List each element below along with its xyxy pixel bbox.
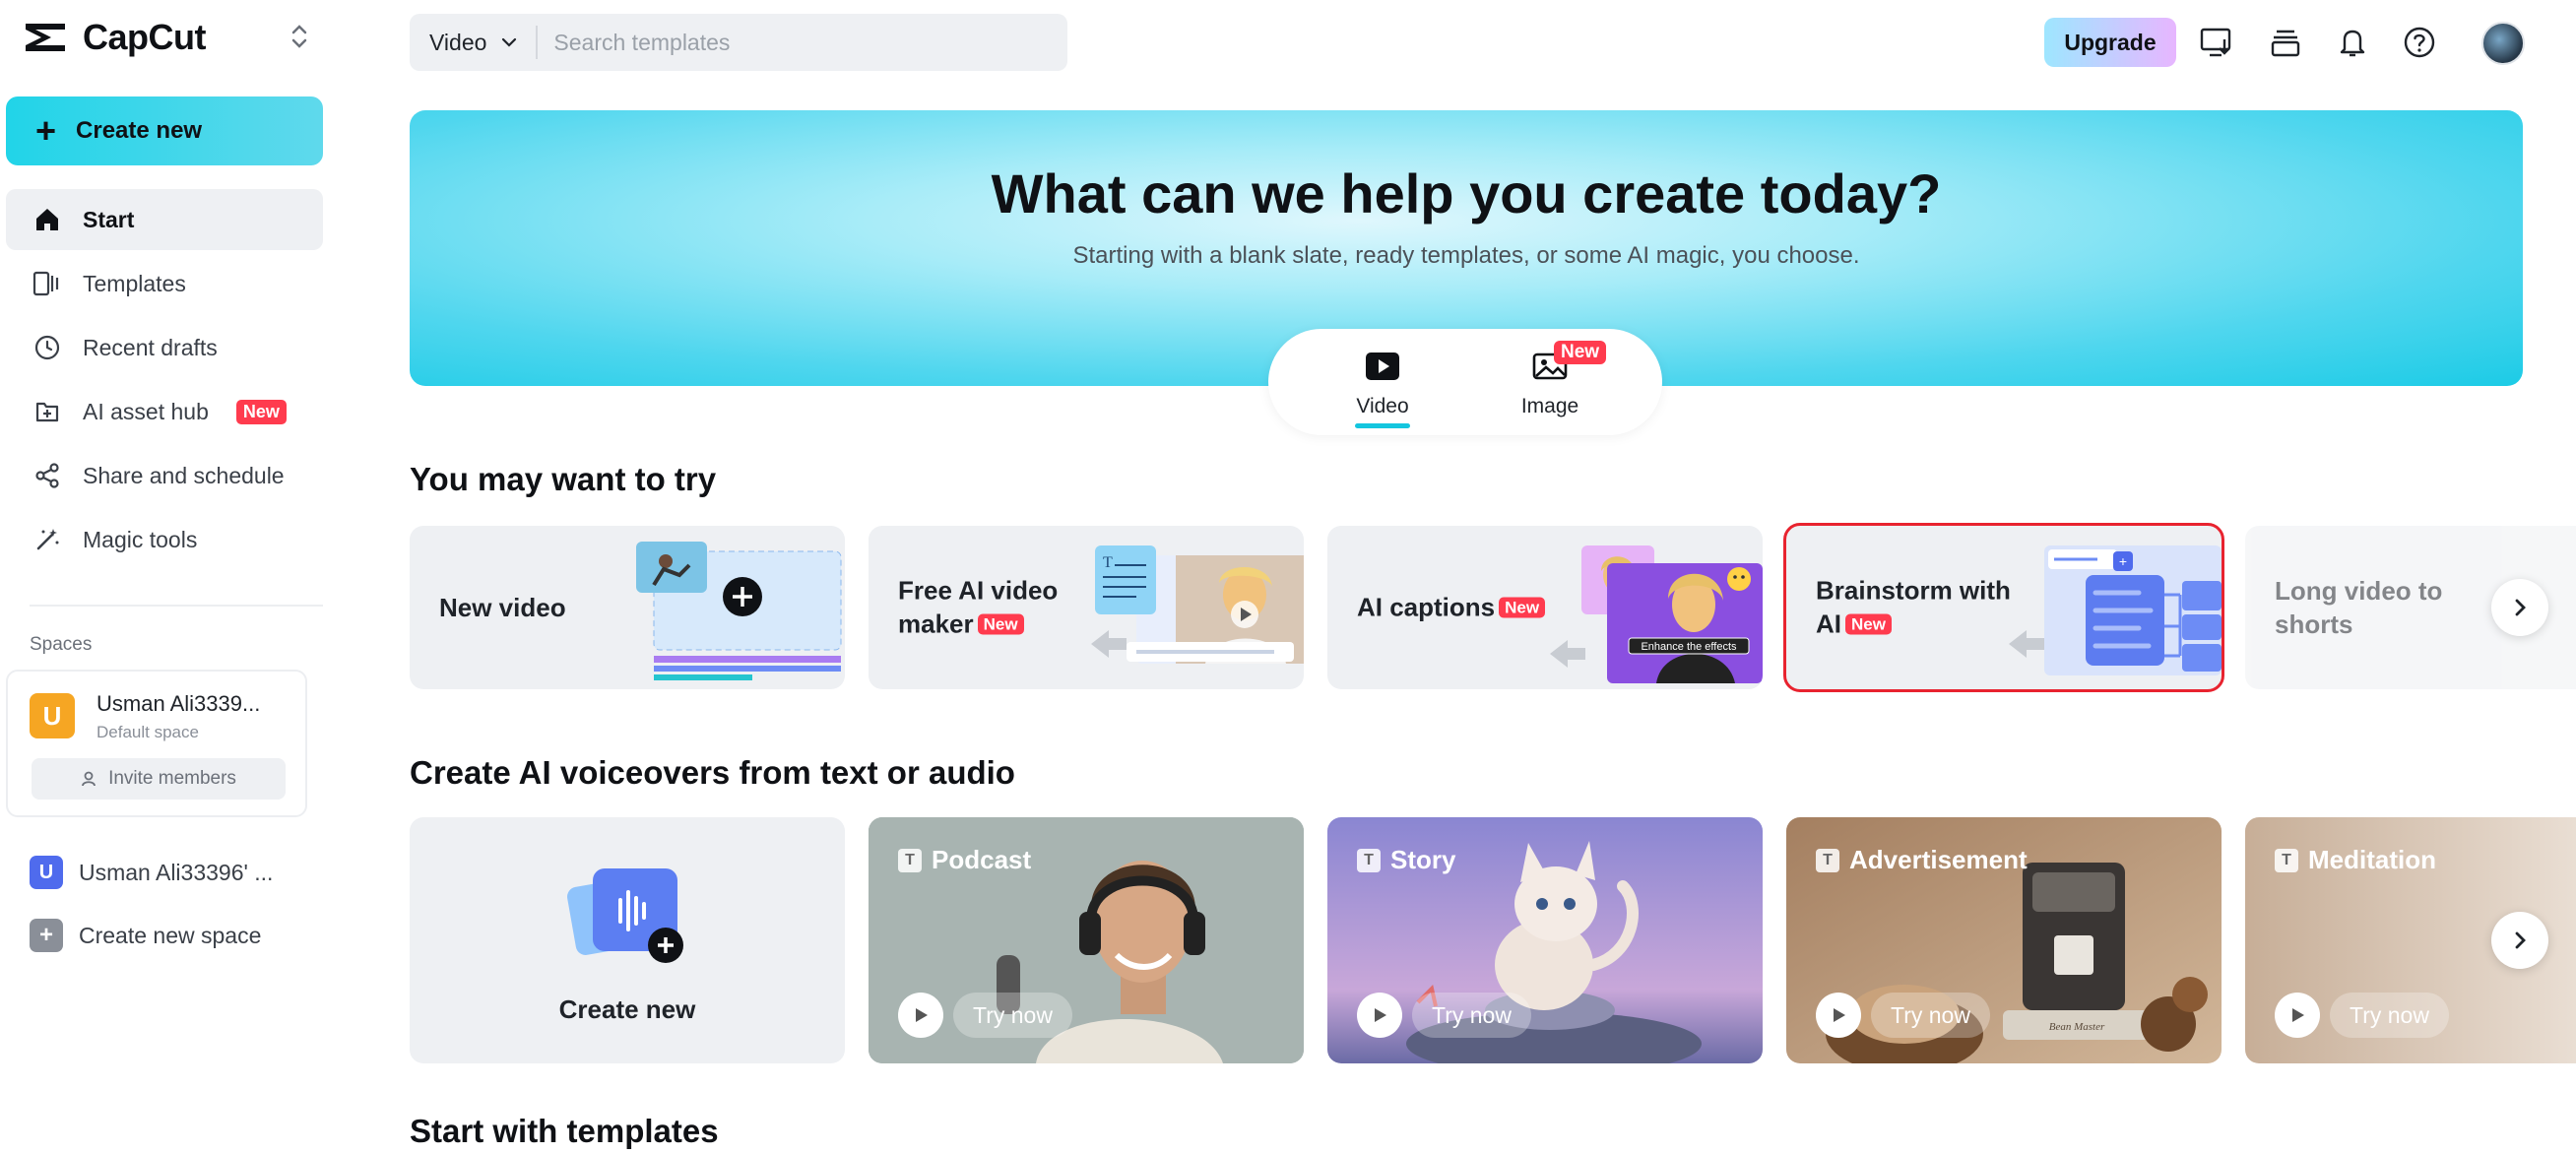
hero-title: What can we help you create today? — [991, 162, 1942, 224]
sidebar-item-magic-tools[interactable]: Magic tools — [6, 509, 323, 570]
ai-captions-illustration: Enhance the effects — [1550, 545, 1763, 683]
chevron-right-icon — [2515, 599, 2526, 616]
svg-text:T: T — [1103, 554, 1113, 571]
try-now-button[interactable]: Try now — [1871, 993, 1990, 1038]
create-type-switch: Video Image New — [1268, 329, 1662, 435]
active-tab-indicator — [1355, 423, 1410, 428]
new-video-illustration — [636, 542, 842, 680]
search-bar: Video — [410, 14, 1067, 71]
section-title-voiceovers: Create AI voiceovers from text or audio — [410, 754, 1015, 791]
add-person-icon — [82, 771, 96, 787]
capcut-logo[interactable]: CapCut — [22, 14, 207, 61]
new-badge: New — [235, 399, 287, 424]
new-badge: New — [1845, 613, 1892, 635]
brainstorm-illustration: + — [2009, 545, 2222, 675]
try-now-button[interactable]: Try now — [953, 993, 1072, 1038]
new-badge: New — [977, 613, 1024, 635]
section-title-templates: Start with templates — [410, 1113, 719, 1149]
help-icon[interactable] — [2401, 24, 2438, 61]
space-avatar: U — [30, 693, 75, 738]
monitor-download-icon[interactable] — [2198, 24, 2235, 61]
bell-icon[interactable] — [2334, 24, 2371, 61]
space-avatar: U — [30, 856, 63, 889]
try-now-button[interactable]: Try now — [1412, 993, 1531, 1038]
voiceover-card-advertisement[interactable]: Bean Master T Advertisement Try now — [1786, 817, 2222, 1063]
user-avatar[interactable] — [2481, 22, 2525, 65]
video-play-icon — [1366, 353, 1399, 380]
sidebar-item-start[interactable]: Start — [6, 189, 323, 250]
search-input[interactable] — [538, 29, 952, 56]
text-icon: T — [2275, 848, 2298, 872]
space-subtitle: Default space — [97, 723, 199, 741]
new-badge: New — [1499, 597, 1546, 618]
upgrade-button[interactable]: Upgrade — [2044, 18, 2176, 67]
voiceover-card-story[interactable]: T Story Try now — [1327, 817, 1763, 1063]
voiceover-card-podcast[interactable]: T Podcast Try now — [869, 817, 1304, 1063]
chevron-right-icon — [2515, 931, 2526, 949]
sidebar-item-share-and-schedule[interactable]: Share and schedule — [6, 445, 323, 506]
plus-icon: + — [35, 110, 57, 151]
plus-icon: + — [30, 919, 63, 952]
carousel-next-button[interactable] — [2491, 912, 2548, 969]
play-icon[interactable] — [2275, 993, 2320, 1038]
app-name: CapCut — [83, 17, 207, 57]
chevron-down-icon — [502, 37, 517, 47]
new-badge: New — [1554, 341, 1607, 364]
sidebar-item-recent-drafts[interactable]: Recent drafts — [6, 317, 323, 378]
svg-text:Enhance the effects: Enhance the effects — [1641, 641, 1737, 653]
section-title-try: You may want to try — [410, 461, 717, 497]
asset-hub-icon — [32, 396, 63, 427]
layers-icon[interactable] — [2267, 24, 2304, 61]
play-icon[interactable] — [1816, 993, 1861, 1038]
templates-icon — [32, 268, 63, 299]
try-card-brainstorm-with-ai[interactable]: Brainstorm with AI New + — [1783, 523, 2224, 692]
sidebar-divider — [30, 605, 323, 607]
invite-members-button[interactable]: Invite members — [32, 758, 286, 800]
voiceover-create-icon — [567, 868, 683, 963]
ai-video-maker-illustration: T — [1091, 545, 1304, 664]
space-card[interactable]: U Usman Ali3339... Default space Invite … — [6, 670, 307, 817]
search-type-dropdown[interactable]: Video — [410, 26, 539, 59]
play-icon[interactable] — [1357, 993, 1402, 1038]
spaces-heading: Spaces — [30, 634, 93, 655]
try-card-free-ai-video-maker[interactable]: Free AI video maker New T — [869, 526, 1304, 689]
svg-text:Bean Master: Bean Master — [2049, 1021, 2105, 1033]
hero-subtitle: Starting with a blank slate, ready templ… — [1072, 242, 1860, 269]
magic-wand-icon — [32, 524, 63, 555]
voiceover-create-new-card[interactable]: Create new — [410, 817, 845, 1063]
switch-chevron-icon[interactable] — [288, 22, 311, 51]
space-row-usman[interactable]: U Usman Ali33396' ... — [30, 853, 273, 892]
try-now-button[interactable]: Try now — [2330, 993, 2449, 1038]
text-icon: T — [1357, 848, 1381, 872]
tab-video[interactable]: Video — [1323, 351, 1442, 418]
text-icon: T — [1816, 848, 1839, 872]
space-name: Usman Ali3339... — [97, 691, 261, 716]
text-icon: T — [898, 848, 922, 872]
svg-text:+: + — [2119, 553, 2127, 569]
carousel-next-button[interactable] — [2491, 579, 2548, 636]
share-icon — [32, 460, 63, 491]
play-icon[interactable] — [898, 993, 943, 1038]
sidebar: CapCut + Create new Start Templates Rece… — [0, 0, 335, 1154]
try-card-new-video[interactable]: New video — [410, 526, 845, 689]
sidebar-nav: Start Templates Recent drafts AI asset h… — [6, 189, 323, 573]
home-icon — [32, 204, 63, 235]
sidebar-item-templates[interactable]: Templates — [6, 253, 323, 314]
sidebar-item-ai-asset-hub[interactable]: AI asset hub New — [6, 381, 323, 442]
clock-icon — [32, 332, 63, 363]
try-card-ai-captions[interactable]: AI captions New Enhance the effects — [1327, 526, 1763, 689]
create-new-space-button[interactable]: + Create new space — [30, 916, 261, 955]
create-new-button[interactable]: + Create new — [6, 96, 323, 165]
capcut-logo-icon — [26, 24, 65, 51]
